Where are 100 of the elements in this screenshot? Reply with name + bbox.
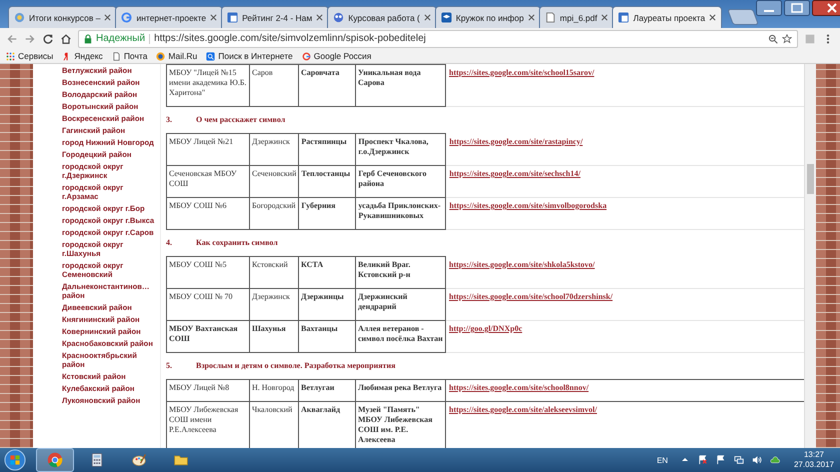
close-tab-icon[interactable]: [528, 14, 535, 21]
site-link[interactable]: https://sites.google.com/site/school8nnov/: [449, 383, 589, 392]
table-cell: Дзержинский дендрарий: [356, 288, 446, 320]
table-cell: Кстовский: [250, 256, 298, 288]
table-cell: Сеченовская МБОУ СОШ: [166, 166, 250, 198]
bookmark-icon: [6, 52, 15, 60]
site-link[interactable]: https://sites.google.com/site/shkola5kstovo/: [449, 260, 595, 268]
clock-date[interactable]: 27.03.2017: [794, 460, 834, 470]
close-tab-icon[interactable]: [709, 14, 716, 21]
table-cell: Сеченовский: [250, 166, 299, 198]
table-cell: Аллея ветеранов - символ посёлка Вахтан: [356, 320, 446, 352]
scroll-thumb[interactable]: [807, 164, 814, 194]
browser-tab[interactable]: mpi_6.pdf: [538, 6, 614, 28]
close-tab-icon[interactable]: [104, 14, 112, 21]
table-cell: МБОУ СОШ №6: [166, 198, 250, 230]
section-number: 4.: [166, 238, 173, 247]
bookmark[interactable]: Почта: [112, 51, 148, 61]
table-cell: Губерния: [298, 198, 356, 230]
table-cell: МБОУ Лицей №21: [166, 134, 250, 166]
favicon-icon: [618, 12, 630, 23]
cloud-icon[interactable]: [770, 455, 780, 465]
favicon-icon: [333, 12, 344, 23]
scrollbar[interactable]: [804, 64, 816, 448]
site-link[interactable]: https://sites.google.com/site/alekseevsimvol/: [449, 405, 597, 414]
favicon-icon: [440, 12, 452, 23]
table-cell: Вахтанцы: [298, 320, 356, 352]
section-title: Как сохранить символ: [196, 238, 278, 247]
table-cell: МБОУ Лицей №8: [166, 380, 250, 402]
favicon-icon: [14, 12, 25, 23]
site-link[interactable]: http://goo.gl/DNXp0c: [449, 324, 522, 333]
table-cell: МБОУ СОШ № 70: [166, 288, 250, 320]
clock-time[interactable]: 13:27: [804, 450, 824, 460]
close-icon[interactable]: [812, 0, 840, 16]
bookmark[interactable]: Сервисы: [6, 51, 54, 61]
app-icon: [47, 452, 63, 468]
browser-tab[interactable]: Курсовая работа (: [327, 6, 437, 28]
favicon-icon: [227, 12, 238, 23]
site-link[interactable]: https://sites.google.com/site/simvolbogorodska: [449, 201, 607, 210]
browser-tab[interactable]: интернет-проекте: [115, 6, 224, 28]
close-tab-icon[interactable]: [210, 14, 218, 21]
start-button-icon[interactable]: [4, 449, 26, 471]
star-icon[interactable]: [782, 34, 792, 44]
site-link[interactable]: https://sites.google.com/site/sechsch14/: [449, 169, 580, 178]
table-cell: Растяпинцы: [298, 134, 356, 166]
table-cell: усадьба Приклонских-Рукавишниковых: [356, 198, 446, 230]
bookmark[interactable]: Яндекс: [62, 51, 103, 61]
close-tab-icon[interactable]: [601, 14, 608, 21]
bookmark-icon: [206, 52, 216, 60]
reload-icon[interactable]: [42, 32, 54, 44]
flag-icon[interactable]: [698, 455, 708, 465]
flag-icon[interactable]: [716, 455, 726, 465]
language-indicator[interactable]: EN: [656, 456, 668, 464]
section-number: 3.: [166, 115, 173, 124]
minimize-icon[interactable]: [756, 0, 782, 16]
table-cell: Саров: [250, 64, 298, 106]
zoom-icon[interactable]: [768, 34, 778, 44]
table-cell: Богородский: [250, 198, 299, 230]
browser-tab[interactable]: Рейтинг 2-4 - Нам: [221, 6, 330, 28]
table-cell: Дзержинцы: [298, 288, 356, 320]
table-cell: Проспект Чкалова, г.о.Дзержинск: [356, 134, 446, 166]
forward-icon[interactable]: [24, 32, 36, 44]
site-link[interactable]: https://sites.google.com/site/school15sarov/: [449, 68, 594, 76]
table-cell: Дзержинск: [250, 134, 299, 166]
table-cell: Дзержинск: [250, 288, 298, 320]
table-cell: Н. Новгород: [250, 380, 298, 402]
browser-tab[interactable]: Кружок по инфор: [434, 6, 541, 28]
table-cell: Уникальная вода Сарова: [356, 64, 446, 106]
section-number: 5.: [166, 361, 173, 370]
bookmark[interactable]: Mail.Ru: [156, 51, 198, 61]
favicon-icon: [121, 12, 132, 23]
table-cell: Ветлугаи: [298, 380, 356, 402]
section-title: Взрослым и детям о символе. Разработка мероприятия: [196, 361, 396, 370]
bookmark[interactable]: Google Россия: [302, 51, 372, 61]
site-link[interactable]: https://sites.google.com/site/rastapincy/: [449, 136, 583, 146]
table-cell: Великий Враг. Кстовский р-н: [356, 256, 446, 288]
home-icon[interactable]: [60, 32, 72, 44]
table-cell: Саровчата: [298, 64, 356, 106]
browser-tab[interactable]: Итоги конкурсов –: [8, 6, 118, 28]
bookmark[interactable]: Поиск в Интернете: [206, 51, 293, 61]
lock-icon: [84, 34, 92, 44]
table-cell: КСТА: [298, 256, 356, 288]
back-icon[interactable]: [6, 32, 18, 44]
secure-label: Надежный: [96, 33, 146, 44]
table-cell: МБОУ "Лицей №15 имени академика Ю.Б. Харитона": [166, 64, 250, 106]
table-cell: Теплостанцы: [298, 166, 356, 198]
site-link[interactable]: https://sites.google.com/site/school70dzershinsk/: [449, 292, 613, 301]
close-tab-icon[interactable]: [316, 14, 324, 21]
bookmark-icon: [112, 52, 121, 60]
browser-tab[interactable]: Лауреаты проекта: [612, 6, 722, 28]
maximize-icon[interactable]: [784, 0, 810, 16]
favicon-icon: [544, 12, 556, 23]
table-cell: Шахунья: [250, 320, 298, 352]
network-icon[interactable]: [734, 455, 744, 465]
app-icon: [131, 452, 147, 468]
speaker-icon[interactable]: [752, 455, 762, 465]
table-cell: Герб Сеченовского района: [356, 166, 446, 198]
table-cell: МБОУ Вахтанская СОШ: [166, 320, 250, 352]
address-bar[interactable]: Надежный https://sites.google.com/site/simvolzemlinn/spisok-pobeditelej: [78, 30, 798, 48]
section-title: О чем расскажет символ: [196, 115, 286, 124]
close-tab-icon[interactable]: [424, 14, 431, 21]
